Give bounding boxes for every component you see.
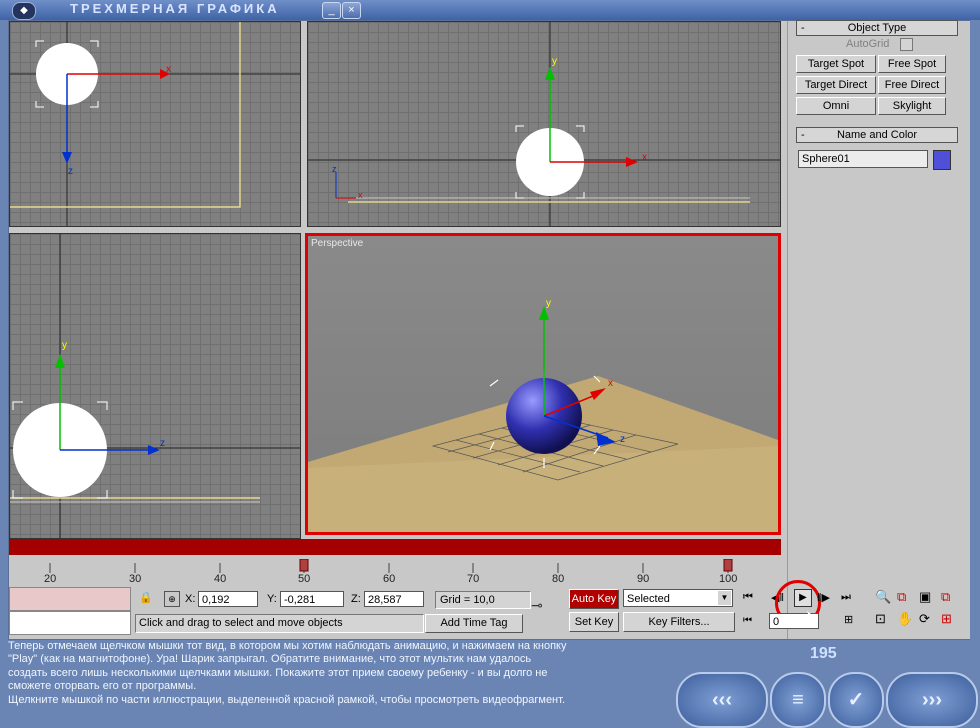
selected-value: Selected <box>627 593 670 605</box>
region-zoom-icon[interactable]: ⊡ <box>875 611 886 627</box>
viewport-front[interactable]: y x z x <box>307 21 781 227</box>
tick-label: 90 <box>637 573 650 585</box>
chevron-down-icon[interactable]: ▼ <box>718 591 731 605</box>
tick-label: 70 <box>467 573 480 585</box>
free-spot-button[interactable]: Free Spot <box>878 55 946 73</box>
instruction-line: сможете оторвать его от программы. <box>8 680 197 693</box>
minimize-button[interactable]: _ <box>322 2 341 19</box>
tick-label: 80 <box>552 573 565 585</box>
title-bar: ◆ ТРЕХМЕРНАЯ ГРАФИКА _ × <box>0 0 980 20</box>
tick-label: 100 <box>719 573 738 585</box>
svg-text:z: z <box>332 164 337 174</box>
ruler-ticks <box>49 559 733 573</box>
tick-label: 30 <box>129 573 142 585</box>
y-label: Y: <box>267 593 277 605</box>
back-button[interactable]: ‹‹‹ <box>676 672 768 728</box>
zoom-icon[interactable]: 🔍 <box>875 589 891 605</box>
max-application: x z y x z x y z Perspective y x z - Obje… <box>8 20 970 640</box>
zoom-extents-all-icon[interactable]: ⧉ <box>941 589 950 605</box>
name-color-header: Name and Color <box>836 129 918 141</box>
key-filters-button[interactable]: Key Filters... <box>623 612 735 632</box>
autogrid-checkbox[interactable] <box>900 38 913 51</box>
instruction-line: создать всего лишь несколькими щелчками … <box>8 666 548 679</box>
key-icon[interactable]: ⊸ <box>531 597 543 614</box>
page-number: 195 <box>810 645 837 662</box>
svg-text:y: y <box>552 56 557 67</box>
object-name-field[interactable]: Sphere01 <box>798 150 928 168</box>
lock-icon[interactable]: 🔒 <box>139 591 153 605</box>
close-button[interactable]: × <box>342 2 361 19</box>
add-time-tag-button[interactable]: Add Time Tag <box>425 614 523 633</box>
svg-text:y: y <box>546 298 551 309</box>
x-coord-field[interactable]: 0,192 <box>198 591 258 607</box>
arc-rotate-icon[interactable]: ⟳ <box>919 611 930 627</box>
skylight-button[interactable]: Skylight <box>878 97 946 115</box>
viewport-left-scene: y z <box>10 234 300 538</box>
menu-button[interactable]: ≡ <box>770 672 826 728</box>
pan-hand-icon[interactable]: ✋ <box>897 611 913 627</box>
object-color-swatch[interactable] <box>933 150 951 170</box>
svg-text:x: x <box>358 190 363 200</box>
grid-readout: Grid = 10,0 <box>435 591 531 609</box>
go-to-end-icon[interactable]: ⏭ <box>841 591 851 604</box>
next-frame-icon[interactable]: ‖▶ <box>817 591 830 604</box>
instruction-text: Теперь отмечаем щелчком мышки тот вид, в… <box>8 640 658 707</box>
svg-text:z: z <box>620 434 625 445</box>
zoom-extents-icon[interactable]: ▣ <box>919 589 931 605</box>
viewport-left[interactable]: y z <box>9 233 301 539</box>
app-icon[interactable]: ◆ <box>12 2 36 20</box>
free-direct-button[interactable]: Free Direct <box>878 76 946 94</box>
instruction-line: Теперь отмечаем щелчком мышки тот вид, в… <box>8 640 567 652</box>
x-axis-label: x <box>166 64 171 75</box>
tick-label: 60 <box>383 573 396 585</box>
instruction-line: Щелкните мышкой по части иллюстрации, вы… <box>8 693 566 706</box>
viewport-perspective[interactable]: Perspective y x z <box>305 233 781 535</box>
z-axis-label: z <box>68 166 73 177</box>
maximize-viewport-icon[interactable]: ⊞ <box>941 611 952 627</box>
transform-mode-icon[interactable]: ⊕ <box>164 591 180 607</box>
svg-text:z: z <box>160 438 165 449</box>
autogrid-label: AutoGrid <box>846 38 890 50</box>
svg-text:x: x <box>608 378 613 389</box>
viewport-top-scene: x z <box>10 22 300 226</box>
auto-key-button[interactable]: Auto Key <box>569 589 619 609</box>
object-type-header: Object Type <box>847 22 907 34</box>
object-type-rollout[interactable]: - Object Type <box>796 20 958 36</box>
y-coord-field[interactable]: -0,281 <box>280 591 344 607</box>
z-coord-field[interactable]: 28,587 <box>364 591 424 607</box>
x-label: X: <box>185 593 196 605</box>
time-slider-track[interactable] <box>9 539 781 555</box>
tick-label: 50 <box>298 573 311 585</box>
tick-label: 20 <box>44 573 57 585</box>
instruction-line: "Play" (как на магнитофоне). Ура! Шарик … <box>8 653 532 666</box>
target-direct-button[interactable]: Target Direct <box>796 76 876 94</box>
forward-button[interactable]: ››› <box>886 672 978 728</box>
window-title: ТРЕХМЕРНАЯ ГРАФИКА <box>70 1 280 16</box>
time-config-icon[interactable]: ⊞ <box>844 613 853 626</box>
set-key-button[interactable]: Set Key <box>569 612 619 632</box>
maxscript-listener[interactable] <box>9 587 131 611</box>
viewport-top[interactable]: x z <box>9 21 301 227</box>
command-panel: - Object Type AutoGrid Target Spot Free S… <box>787 20 970 639</box>
svg-text:x: x <box>642 152 647 163</box>
viewport-front-scene: y x z x <box>308 22 780 226</box>
tick-label: 40 <box>214 573 227 585</box>
z-label: Z: <box>351 593 361 605</box>
go-to-start-icon[interactable]: ⏮ <box>743 591 753 604</box>
key-mode-icon[interactable]: ⏮ <box>743 615 752 626</box>
check-button[interactable]: ✓ <box>828 672 884 728</box>
viewport-nav-controls: 🔍 ⧉ ▣ ⧉ ⊡ ✋ ⟳ ⊞ <box>875 589 963 633</box>
key-selection-dropdown[interactable]: Selected ▼ <box>623 589 733 607</box>
maxscript-input[interactable] <box>9 611 131 635</box>
target-spot-button[interactable]: Target Spot <box>796 55 876 73</box>
svg-text:y: y <box>62 340 67 351</box>
timeline-ruler[interactable]: 20 30 40 50 60 70 80 90 100 <box>9 559 781 585</box>
perspective-scene: y x z <box>308 298 778 532</box>
status-prompt: Click and drag to select and move object… <box>135 614 424 633</box>
omni-button[interactable]: Omni <box>796 97 876 115</box>
name-color-rollout[interactable]: - Name and Color <box>796 127 958 143</box>
zoom-all-icon[interactable]: ⧉ <box>897 589 906 605</box>
